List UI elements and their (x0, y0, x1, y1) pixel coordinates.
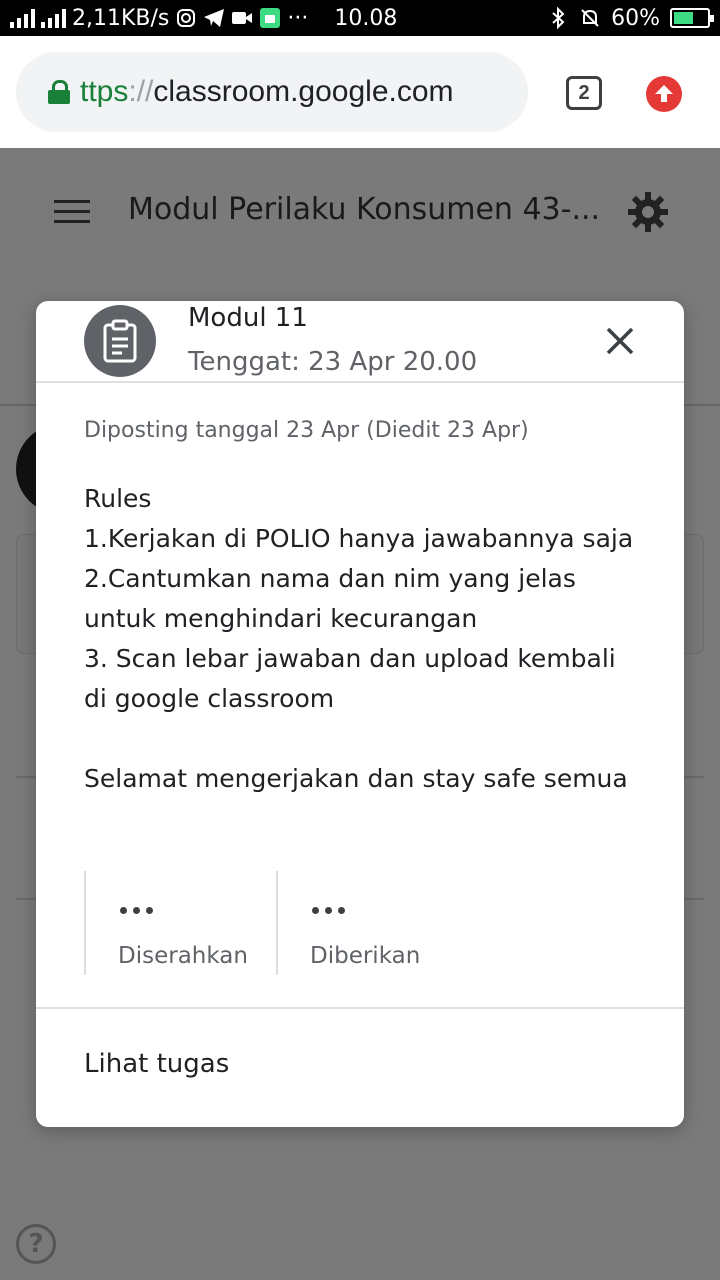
posted-date: Diposting tanggal 23 Apr (Diedit 23 Apr) (84, 418, 529, 443)
stat-assigned[interactable]: Diberikan (276, 871, 468, 975)
loading-dots-icon (312, 907, 345, 914)
tab-count: 2 (578, 81, 590, 104)
gear-icon[interactable] (626, 190, 670, 234)
stat-turned-in[interactable]: Diserahkan (84, 871, 276, 975)
instagram-icon (175, 7, 197, 29)
submission-stats: Diserahkan Diberikan (84, 871, 468, 975)
telegram-icon (203, 7, 225, 29)
assignment-icon (84, 305, 156, 377)
bluetooth-icon (547, 7, 569, 29)
stat-label: Diberikan (310, 943, 421, 969)
clock: 10.08 (334, 5, 398, 31)
due-date: Tenggat: 23 Apr 20.00 (188, 347, 478, 377)
tab-switcher-button[interactable]: 2 (566, 76, 602, 110)
battery-icon (670, 8, 714, 28)
status-bar: 2,11KB/s ··· 10.08 60% (0, 0, 720, 36)
update-button[interactable] (646, 76, 682, 112)
browser-toolbar: ttps://classroom.google.com 2 (0, 36, 720, 148)
network-speed: 2,11KB/s (72, 5, 170, 31)
help-icon[interactable]: ? (16, 1224, 56, 1264)
video-icon (231, 7, 253, 29)
battery-percent: 60% (611, 5, 660, 31)
loading-dots-icon (120, 907, 153, 914)
assignment-title: Modul 11 (188, 303, 308, 333)
close-icon[interactable] (600, 321, 640, 361)
dialog-divider (36, 381, 684, 383)
assignment-description: Rules 1.Kerjakan di POLIO hanya jawabann… (84, 484, 634, 793)
view-assignment-link[interactable]: Lihat tugas (84, 1049, 229, 1079)
address-bar[interactable]: ttps://classroom.google.com (16, 52, 528, 132)
signal-icon-2 (41, 8, 66, 28)
signal-icon (10, 8, 35, 28)
stat-label: Diserahkan (118, 943, 248, 969)
url-text: ttps://classroom.google.com (80, 75, 454, 108)
android-icon (259, 7, 281, 29)
lock-icon (48, 80, 70, 104)
arrow-up-icon (655, 85, 673, 102)
assignment-dialog: Modul 11 Tenggat: 23 Apr 20.00 Diposting… (36, 301, 684, 1127)
more-notifications: ··· (287, 5, 309, 31)
mute-bell-icon (579, 7, 601, 29)
hamburger-menu-icon[interactable] (54, 200, 90, 224)
dialog-footer-divider (36, 1007, 684, 1009)
class-title: Modul Perilaku Konsumen 43-... (128, 192, 601, 227)
